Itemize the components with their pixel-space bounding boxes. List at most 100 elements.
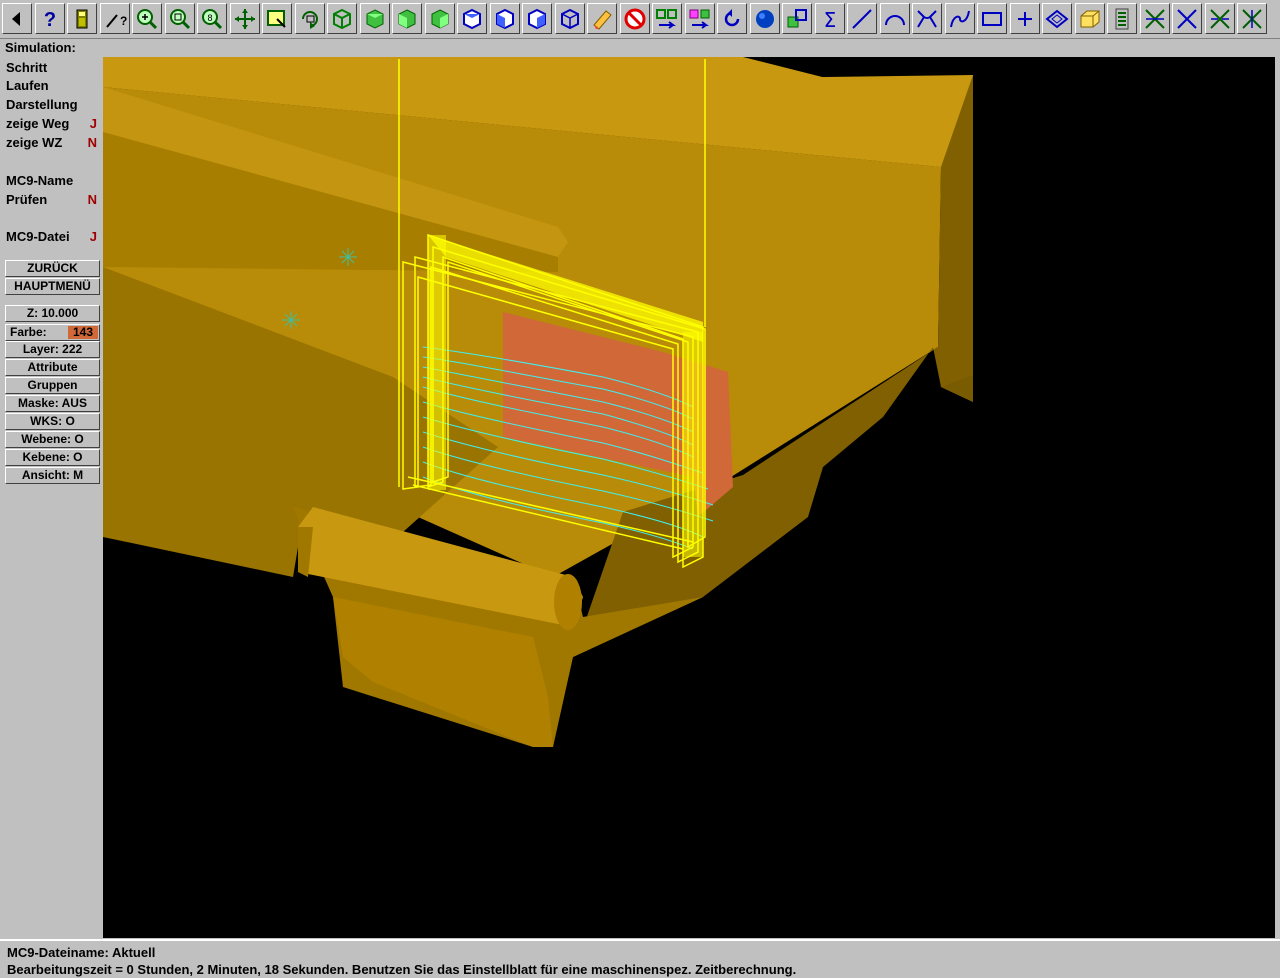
solid-button[interactable] [1074,3,1105,34]
zoom-8-button[interactable]: 8 [197,3,227,34]
menu-item-schritt[interactable]: Schritt [6,59,100,77]
menu-item-label: Darstellung [6,97,78,112]
attribute-button[interactable]: Attribute [5,359,100,376]
level-button[interactable] [1107,3,1137,34]
toolbar: ?? 8 Σ [0,0,1280,39]
surface-icon [1045,7,1069,31]
cube-blue-2-icon [493,7,517,31]
menu-item-pruefen[interactable]: Prüfen N [6,191,100,209]
no-entry-button[interactable] [619,3,650,34]
cube-blue-2-button[interactable] [489,3,520,34]
svg-text:8: 8 [207,13,212,23]
group-button[interactable] [782,3,812,34]
back-arrow-icon [5,7,29,31]
side-menu: Schritt Laufen Darstellung zeige Weg J z… [0,56,102,939]
delete-button[interactable] [1237,3,1267,34]
menu-item-label: MC9-Datei [6,229,70,244]
delete-icon [1240,7,1264,31]
line-icon [850,7,874,31]
groups-button[interactable]: Gruppen [5,377,100,394]
zoom-in-button[interactable] [132,3,162,34]
join-button[interactable] [1204,3,1235,34]
cube-outline-icon [558,7,582,31]
view-front-icon [395,7,419,31]
fillet-button[interactable] [912,3,942,34]
sphere-button[interactable] [749,3,780,34]
view-top-button[interactable] [359,3,390,34]
zoom-window-icon [168,7,192,31]
cube-blue-1-button[interactable] [457,3,487,34]
z-depth-button[interactable]: Z: 10.000 [5,305,100,322]
main-menu-button[interactable]: HAUPTMENÜ [5,278,100,295]
help-button[interactable]: ? [34,3,65,34]
color-button[interactable]: Farbe: 143 [5,324,100,341]
svg-text:?: ? [43,9,55,31]
svg-text:?: ? [120,14,127,28]
zoom-window-button[interactable] [164,3,195,34]
menu-item-label: Prüfen [6,192,48,207]
transform-color-button[interactable] [684,3,715,34]
select-window-button[interactable] [262,3,292,34]
transform-color-icon [688,7,712,31]
back-button[interactable]: ZURÜCK [5,260,100,277]
webene-button[interactable]: Webene: O [5,431,100,448]
menu-item-flag: J [89,229,97,244]
kebene-button[interactable]: Kebene: O [5,449,100,466]
status-machining-time: Bearbeitungszeit = 0 Stunden, 2 Minuten,… [7,962,797,977]
back-arrow-button[interactable] [2,3,32,34]
break-button[interactable] [1172,3,1202,34]
rectangle-icon [980,7,1004,31]
menu-item-mc9-name[interactable]: MC9-Name [6,172,100,190]
fillet-icon [915,7,939,31]
rectangle-button[interactable] [977,3,1007,34]
surface-button[interactable] [1042,3,1072,34]
menu-item-darstellung[interactable]: Darstellung [6,96,100,114]
select-window-icon [265,7,289,31]
view-iso-button[interactable] [327,3,357,34]
join-icon [1208,7,1232,31]
group-icon [785,7,809,31]
transform-button[interactable] [652,3,682,34]
menu-item-zeige-wz[interactable]: zeige WZ N [6,134,100,152]
sum-button[interactable]: Σ [814,3,845,34]
line-button[interactable] [847,3,877,34]
view-side-icon [428,7,452,31]
calculator-button[interactable] [67,3,97,34]
menu-item-label: zeige Weg [6,116,70,131]
layer-button[interactable]: Layer: 222 [5,341,100,358]
analyze-button[interactable]: ? [99,3,130,34]
wks-button[interactable]: WKS: O [5,413,100,430]
cube-blue-3-icon [525,7,549,31]
sum-icon: Σ [818,7,842,31]
sphere-icon [753,7,777,31]
eraser-icon [590,7,614,31]
view-iso-icon [330,7,354,31]
undo-button[interactable] [717,3,747,34]
view-side-button[interactable] [424,3,455,34]
rotate-view-button[interactable] [294,3,325,34]
menu-item-mc9-datei[interactable]: MC9-Datei J [6,228,100,246]
graphics-viewport[interactable] [103,57,1275,938]
spline-icon [948,7,972,31]
color-label: Farbe: [10,325,47,339]
calculator-icon [70,7,94,31]
menu-item-zeige-weg[interactable]: zeige Weg J [6,115,100,133]
arc-button[interactable] [879,3,910,34]
view-front-button[interactable] [392,3,422,34]
rotate-view-icon [298,7,322,31]
eraser-button[interactable] [587,3,617,34]
status-filename: MC9-Dateiname: Aktuell [7,945,156,960]
menu-item-flag: N [87,135,97,150]
menu-item-laufen[interactable]: Laufen [6,77,100,95]
mask-button[interactable]: Maske: AUS [5,395,100,412]
cube-blue-3-button[interactable] [522,3,552,34]
menu-item-label: MC9-Name [6,173,74,188]
trim-button[interactable] [1139,3,1170,34]
menu-item-label: Schritt [6,60,48,75]
point-button[interactable] [1009,3,1040,34]
spline-button[interactable] [944,3,975,34]
view-button[interactable]: Ansicht: M [5,467,100,484]
pan-button[interactable] [229,3,260,34]
undo-icon [720,7,744,31]
cube-outline-button[interactable] [554,3,585,34]
